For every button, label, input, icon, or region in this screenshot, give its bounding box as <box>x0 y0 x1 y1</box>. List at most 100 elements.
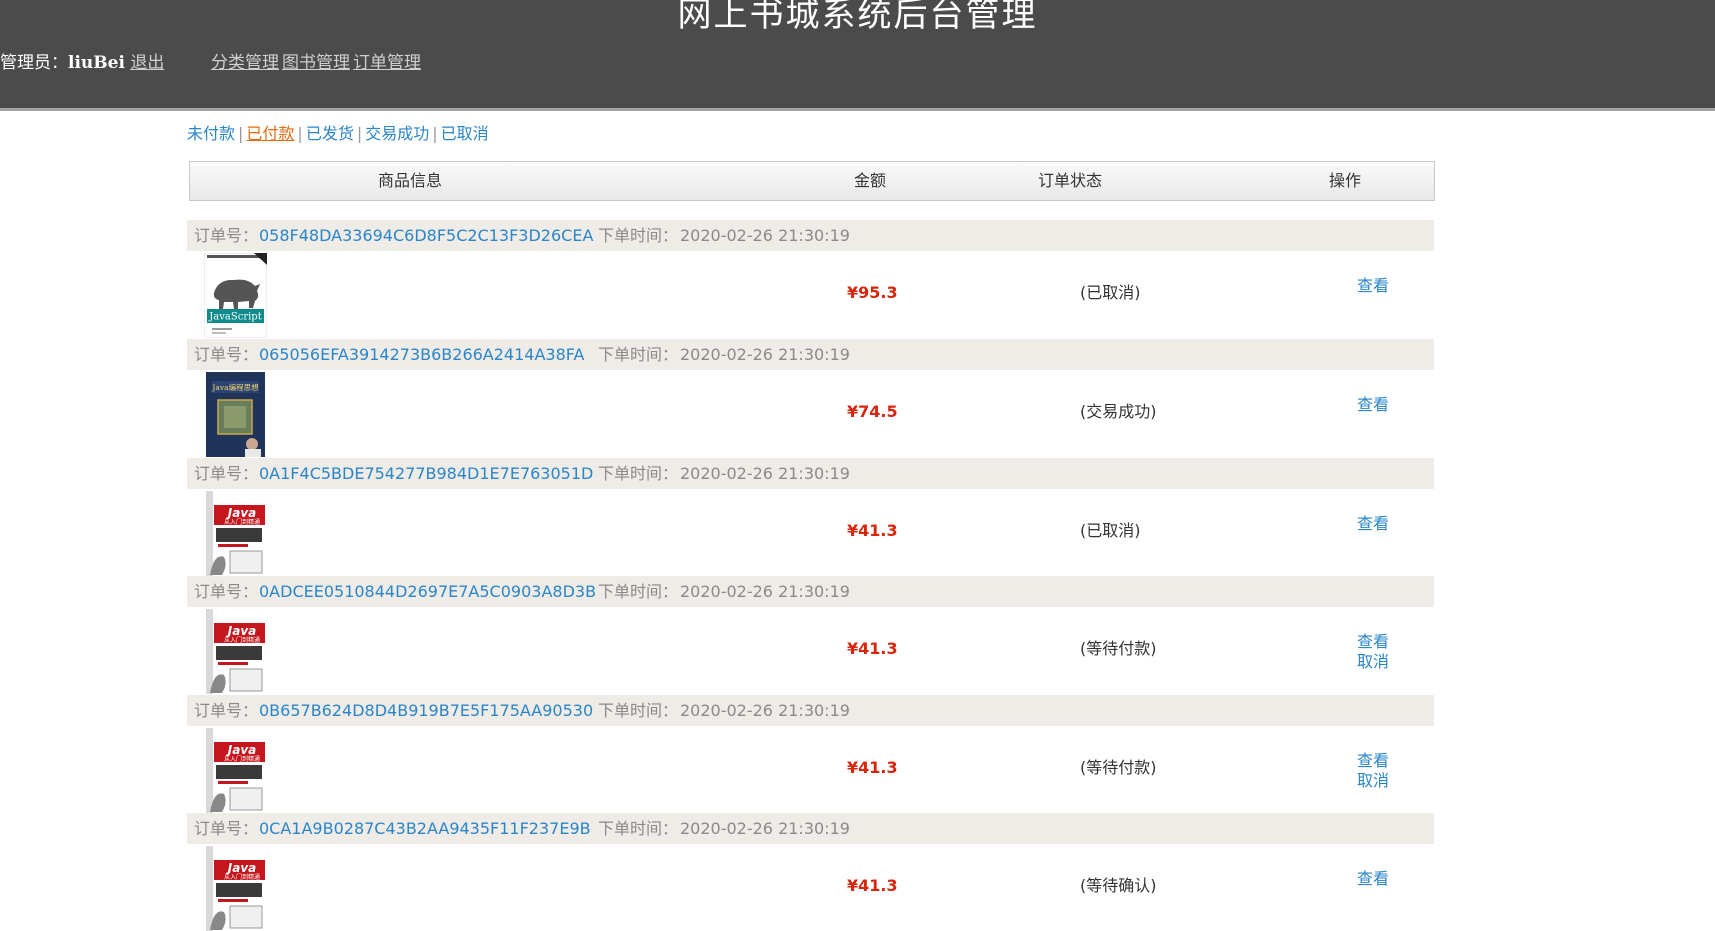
filter-completed[interactable]: 交易成功 <box>365 124 429 143</box>
order-header: 订单号： 065056EFA3914273B6B266A2414A38FA 下单时间… <box>187 339 1434 370</box>
order-header: 订单号： 058F48DA33694C6D8F5C2C13F3D26CEA 下单时间… <box>187 220 1434 251</box>
order-row: 订单号： 065056EFA3914273B6B266A2414A38FA 下单时间… <box>187 339 1434 457</box>
view-order-link[interactable]: 查看 <box>1343 632 1403 652</box>
order-amount: ¥41.3 <box>847 639 898 658</box>
order-actions: 查看 取消 <box>1343 632 1403 672</box>
book-cover-image[interactable]: Java 从入门到精通 <box>204 846 267 931</box>
book-cover-image[interactable]: Java 从入门到精通 <box>204 609 267 694</box>
book-cover-image[interactable]: Java 从入门到精通 <box>204 491 267 576</box>
cancel-order-link[interactable]: 取消 <box>1343 771 1403 791</box>
book-cover-image[interactable]: JavaScript <box>204 253 267 338</box>
filter-unpaid[interactable]: 未付款 <box>187 124 235 143</box>
order-amount: ¥74.5 <box>847 402 898 421</box>
order-status: (等待付款) <box>1080 639 1157 658</box>
order-number-label: 订单号： <box>194 701 259 720</box>
svg-text:Java: Java <box>226 624 256 638</box>
column-amount: 金额 <box>853 171 886 190</box>
order-number-link[interactable]: 0CA1A9B0287C43B2AA9435F11F237E9B <box>259 813 591 844</box>
filter-cancelled[interactable]: 已取消 <box>441 124 489 143</box>
order-status: (已取消) <box>1080 283 1141 302</box>
order-actions: 查看 <box>1343 276 1403 296</box>
order-number-link[interactable]: 0ADCEE0510844D2697E7A5C0903A8D3B <box>259 576 596 607</box>
table-header: 商品信息 金额 订单状态 操作 <box>189 161 1435 201</box>
admin-name: liuBei <box>68 53 125 73</box>
svg-text:Java编程思想: Java编程思想 <box>211 382 259 392</box>
view-order-link[interactable]: 查看 <box>1343 514 1403 534</box>
order-number-label: 订单号： <box>194 464 259 483</box>
order-status: (已取消) <box>1080 521 1141 540</box>
order-row: 订单号： 0CA1A9B0287C43B2AA9435F11F237E9B 下单时间… <box>187 813 1434 931</box>
filter-separator: | <box>238 124 244 143</box>
order-amount: ¥95.3 <box>847 283 898 302</box>
order-status: (交易成功) <box>1080 402 1157 421</box>
order-number-label: 订单号： <box>194 582 259 601</box>
site-title: 网上书城系统后台管理 <box>677 0 1038 35</box>
order-actions: 查看 <box>1343 395 1403 415</box>
admin-nav: 分类管理 图书管理 订单管理 <box>211 50 424 76</box>
book-cover-image[interactable]: Java编程思想 <box>204 372 267 457</box>
order-row: 订单号： 0ADCEE0510844D2697E7A5C0903A8D3B 下单时间… <box>187 576 1434 694</box>
svg-text:从入门到精通: 从入门到精通 <box>224 636 260 644</box>
filter-separator: | <box>432 124 438 143</box>
order-number-link[interactable]: 065056EFA3914273B6B266A2414A38FA <box>259 339 584 370</box>
order-actions: 查看 <box>1343 869 1403 889</box>
order-actions: 查看 取消 <box>1343 751 1403 791</box>
order-amount: ¥41.3 <box>847 876 898 895</box>
order-time-label: 下单时间： <box>598 464 679 483</box>
order-time: 2020-02-26 21:30:19 <box>680 464 850 483</box>
order-row: 订单号： 0B657B624D8D4B919B7E5F175AA90530 下单时间… <box>187 695 1434 813</box>
column-order-status: 订单状态 <box>1037 171 1102 190</box>
order-number-link[interactable]: 058F48DA33694C6D8F5C2C13F3D26CEA <box>259 220 593 251</box>
admin-bar: 管理员：liuBei 退出 <box>0 50 164 76</box>
order-amount: ¥41.3 <box>847 521 898 540</box>
order-header: 订单号： 0CA1A9B0287C43B2AA9435F11F237E9B 下单时间… <box>187 813 1434 844</box>
order-status: (等待付款) <box>1080 758 1157 777</box>
nav-category-management[interactable]: 分类管理 <box>211 53 279 73</box>
filter-shipped[interactable]: 已发货 <box>306 124 354 143</box>
filter-separator: | <box>356 124 363 143</box>
order-header: 订单号： 0ADCEE0510844D2697E7A5C0903A8D3B 下单时间… <box>187 576 1434 607</box>
order-time: 2020-02-26 21:30:19 <box>680 701 850 720</box>
order-row: 订单号： 0A1F4C5BDE754277B984D1E7E763051D 下单时间… <box>187 458 1434 576</box>
order-time-label: 下单时间： <box>598 819 679 838</box>
nav-book-management[interactable]: 图书管理 <box>282 53 350 73</box>
book-cover-image[interactable]: Java 从入门到精通 <box>204 728 267 813</box>
order-number-label: 订单号： <box>194 226 259 245</box>
svg-text:Java: Java <box>226 861 256 875</box>
svg-text:JavaScript: JavaScript <box>208 312 261 323</box>
order-number-link[interactable]: 0B657B624D8D4B919B7E5F175AA90530 <box>259 695 593 726</box>
order-amount: ¥41.3 <box>847 758 898 777</box>
view-order-link[interactable]: 查看 <box>1343 395 1403 415</box>
order-time: 2020-02-26 21:30:19 <box>680 819 850 838</box>
logout-link[interactable]: 退出 <box>130 53 164 73</box>
column-product-info: 商品信息 <box>377 171 442 190</box>
view-order-link[interactable]: 查看 <box>1343 869 1403 889</box>
admin-header: 网上书城系统后台管理 管理员：liuBei 退出 分类管理 图书管理 订单管理 <box>0 0 1715 111</box>
svg-text:从入门到精通: 从入门到精通 <box>224 755 260 763</box>
order-number-link[interactable]: 0A1F4C5BDE754277B984D1E7E763051D <box>259 458 593 489</box>
order-time: 2020-02-26 21:30:19 <box>680 226 850 245</box>
admin-label: 管理员： <box>0 53 68 73</box>
order-status-filters: 未付款 | 已付款 | 已发货 | 交易成功 | 已取消 <box>187 121 489 147</box>
order-time: 2020-02-26 21:30:19 <box>680 345 850 364</box>
order-number-label: 订单号： <box>194 345 259 364</box>
order-status: (等待确认) <box>1080 876 1157 895</box>
svg-text:从入门到精通: 从入门到精通 <box>224 518 260 526</box>
order-time: 2020-02-26 21:30:19 <box>680 582 850 601</box>
nav-order-management[interactable]: 订单管理 <box>353 53 421 73</box>
order-header: 订单号： 0A1F4C5BDE754277B984D1E7E763051D 下单时间… <box>187 458 1434 489</box>
order-row: 订单号： 058F48DA33694C6D8F5C2C13F3D26CEA 下单时间… <box>187 220 1434 338</box>
cancel-order-link[interactable]: 取消 <box>1343 652 1403 672</box>
order-number-label: 订单号： <box>194 819 259 838</box>
svg-text:从入门到精通: 从入门到精通 <box>224 873 260 881</box>
order-time-label: 下单时间： <box>598 701 679 720</box>
column-actions: 操作 <box>1328 171 1361 190</box>
view-order-link[interactable]: 查看 <box>1343 751 1403 771</box>
view-order-link[interactable]: 查看 <box>1343 276 1403 296</box>
order-header: 订单号： 0B657B624D8D4B919B7E5F175AA90530 下单时间… <box>187 695 1434 726</box>
order-time-label: 下单时间： <box>598 226 679 245</box>
svg-text:Java: Java <box>226 506 256 520</box>
filter-paid[interactable]: 已付款 <box>246 124 294 143</box>
order-time-label: 下单时间： <box>598 582 679 601</box>
filter-separator: | <box>297 124 303 143</box>
